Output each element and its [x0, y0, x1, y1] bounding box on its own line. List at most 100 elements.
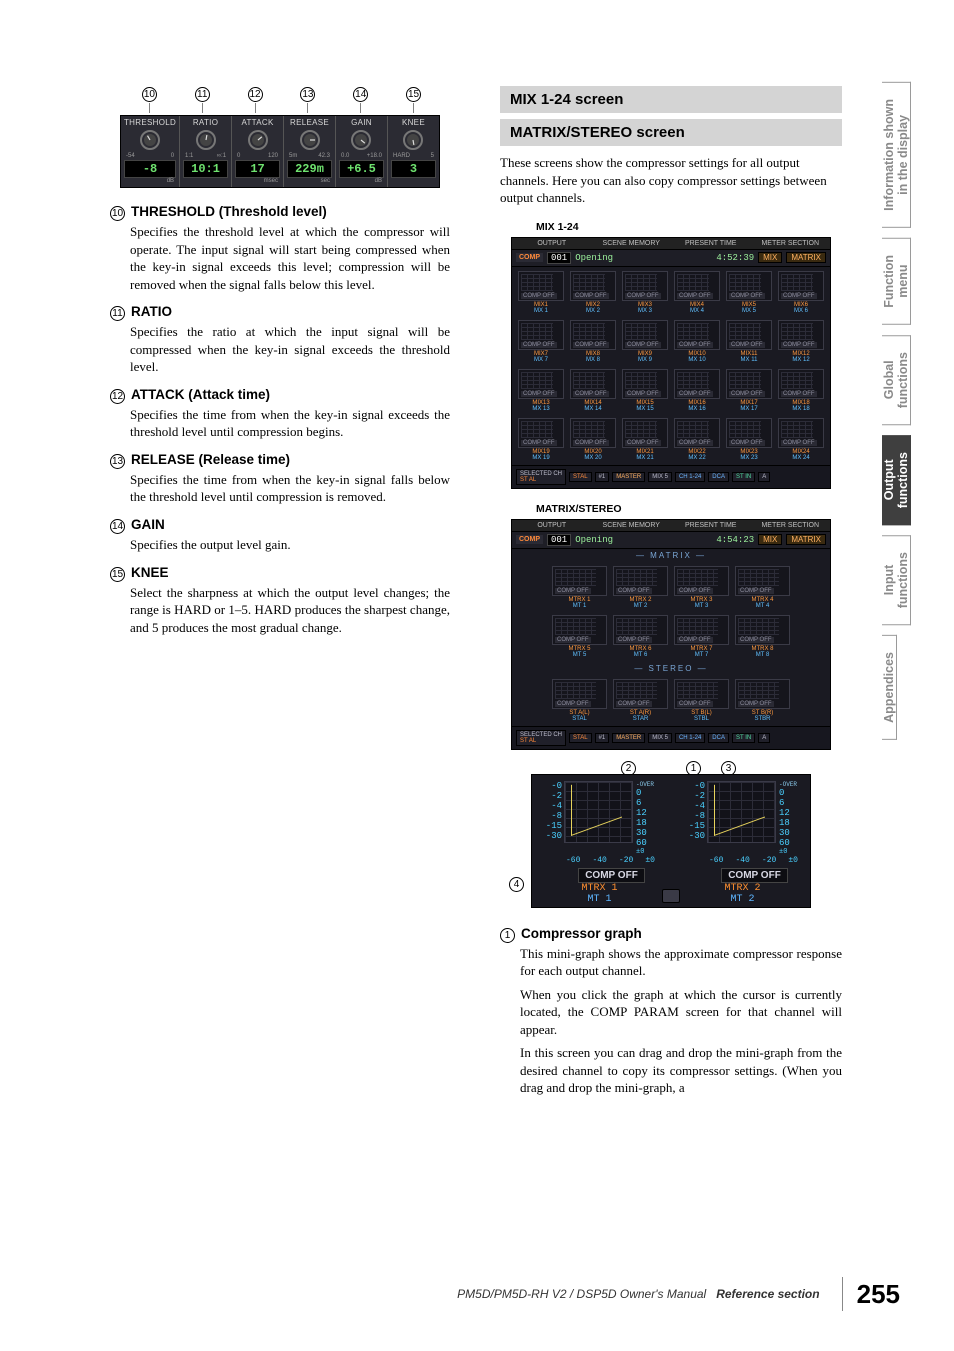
def-num-r1: 1: [500, 928, 515, 943]
mini-graph[interactable]: COMP OFF: [726, 418, 772, 448]
threshold-knob[interactable]: [139, 129, 161, 151]
threshold-label: THRESHOLD: [124, 118, 176, 127]
def-body-11: Specifies the ratio at which the input s…: [130, 323, 450, 376]
def-15: 15 KNEE Select the sharpness at which th…: [110, 565, 450, 637]
def-body-13: Specifies the time from when the key-in …: [130, 471, 450, 506]
mini-graph[interactable]: COMP OFF: [570, 271, 616, 301]
mini-graph[interactable]: COMP OFF: [622, 369, 668, 399]
def-num-11: 11: [110, 306, 125, 321]
knee-cell: KNEE HARD5 3: [388, 116, 439, 187]
mini-graph[interactable]: COMP OFF: [674, 320, 720, 350]
section-heading-mix: MIX 1-24 screen: [500, 86, 842, 113]
gain-value: +6.5: [339, 160, 384, 178]
mini-graph[interactable]: COMP OFF: [622, 320, 668, 350]
callout-13: 13: [300, 87, 315, 102]
mini-graph[interactable]: COMP OFF: [570, 320, 616, 350]
knee-value: 3: [391, 160, 436, 178]
mini-graph[interactable]: COMP OFF: [674, 566, 729, 596]
def-body-r1: When you click the graph at which the cu…: [520, 986, 842, 1039]
def-title-10: THRESHOLD (Threshold level): [131, 204, 327, 219]
mini-graph[interactable]: COMP OFF: [518, 320, 564, 350]
mini-graph[interactable]: COMP OFF: [552, 679, 607, 709]
mini-graph[interactable]: COMP OFF: [674, 615, 729, 645]
compressor-graph[interactable]: [564, 781, 633, 843]
mini-graph[interactable]: COMP OFF: [613, 615, 668, 645]
callout-11: 11: [195, 87, 210, 102]
threshold-cell: THRESHOLD -540 -8 dB: [121, 116, 180, 187]
callout-10: 10: [142, 87, 157, 102]
channel-name: MTRX 1: [542, 883, 657, 894]
gain-knob[interactable]: [350, 129, 372, 151]
mini-graph[interactable]: COMP OFF: [674, 271, 720, 301]
def-title-13: RELEASE (Release time): [131, 452, 290, 467]
mini-graph[interactable]: COMP OFF: [726, 369, 772, 399]
attack-label: ATTACK: [235, 118, 280, 127]
param-strip-figure: 101112131415 THRESHOLD -540 -8 dB RATIO …: [120, 86, 440, 188]
def-13: 13 RELEASE (Release time) Specifies the …: [110, 452, 450, 506]
nav-tab[interactable]: Inputfunctions: [882, 535, 911, 625]
def-num-10: 10: [110, 206, 125, 221]
attack-value: 17: [235, 160, 280, 178]
nav-tab[interactable]: Information shownin the display: [882, 82, 911, 228]
mini-graph[interactable]: COMP OFF: [735, 566, 790, 596]
mini-graph[interactable]: COMP OFF: [726, 271, 772, 301]
nav-tab[interactable]: Globalfunctions: [882, 335, 911, 425]
knee-knob[interactable]: [402, 129, 424, 151]
def-12: 12 ATTACK (Attack time) Specifies the ti…: [110, 387, 450, 441]
footer-product: PM5D/PM5D-RH V2 / DSP5D Owner's Manual: [457, 1287, 706, 1301]
mini-graph[interactable]: COMP OFF: [552, 615, 607, 645]
comp-off-button[interactable]: COMP OFF: [721, 868, 788, 883]
def-title-r1: Compressor graph: [521, 926, 642, 941]
mini-graph[interactable]: COMP OFF: [735, 615, 790, 645]
footer-section: Reference section: [716, 1287, 819, 1301]
def-11: 11 RATIO Specifies the ratio at which th…: [110, 304, 450, 376]
mini-graph[interactable]: COMP OFF: [622, 418, 668, 448]
def-num-13: 13: [110, 454, 125, 469]
channel-short: MT 2: [685, 894, 800, 905]
mini-graph[interactable]: COMP OFF: [674, 418, 720, 448]
knee-label: KNEE: [391, 118, 436, 127]
def-body-r1: This mini-graph shows the approximate co…: [520, 945, 842, 980]
release-knob[interactable]: [299, 129, 321, 151]
mini-graph[interactable]: COMP OFF: [613, 679, 668, 709]
def-body-14: Specifies the output level gain.: [130, 536, 450, 554]
channel-name: MTRX 2: [685, 883, 800, 894]
mini-graph[interactable]: COMP OFF: [726, 320, 772, 350]
callout-4: 4: [509, 877, 524, 892]
mini-graph[interactable]: COMP OFF: [518, 271, 564, 301]
nav-tab[interactable]: Functionmenu: [882, 238, 911, 325]
nav-tab[interactable]: Appendices: [882, 635, 897, 740]
def-body-15: Select the sharpness at which the output…: [130, 584, 450, 637]
link-button[interactable]: [662, 889, 680, 903]
nav-tab[interactable]: Outputfunctions: [882, 435, 911, 525]
mini-graph[interactable]: COMP OFF: [518, 418, 564, 448]
ratio-knob[interactable]: [195, 129, 217, 151]
mini-graph[interactable]: COMP OFF: [552, 566, 607, 596]
def-num-15: 15: [110, 567, 125, 582]
comp-off-button[interactable]: COMP OFF: [578, 868, 645, 883]
compressor-graph[interactable]: [707, 781, 776, 843]
def-r-1: 1 Compressor graph This mini-graph shows…: [500, 926, 842, 1097]
figure-label-matrix: MATRIX/STEREO: [536, 503, 842, 515]
callout-14: 14: [353, 87, 368, 102]
mini-graph[interactable]: COMP OFF: [570, 369, 616, 399]
mini-graph[interactable]: COMP OFF: [622, 271, 668, 301]
mini-graph[interactable]: COMP OFF: [674, 679, 729, 709]
mini-graph[interactable]: COMP OFF: [778, 369, 824, 399]
def-10: 10 THRESHOLD (Threshold level) Specifies…: [110, 204, 450, 293]
mini-graph[interactable]: COMP OFF: [518, 369, 564, 399]
ratio-label: RATIO: [183, 118, 228, 127]
mini-graph[interactable]: COMP OFF: [674, 369, 720, 399]
mini-graph[interactable]: COMP OFF: [778, 320, 824, 350]
callout-15: 15: [406, 87, 421, 102]
release-value: 229m: [287, 160, 332, 178]
attack-knob[interactable]: [247, 129, 269, 151]
mini-graph[interactable]: COMP OFF: [778, 271, 824, 301]
mini-graph[interactable]: COMP OFF: [735, 679, 790, 709]
mini-graph[interactable]: COMP OFF: [570, 418, 616, 448]
section-heading-matrix: MATRIX/STEREO screen: [500, 119, 842, 146]
mini-graph[interactable]: COMP OFF: [613, 566, 668, 596]
def-title-14: GAIN: [131, 517, 165, 532]
mini-graph[interactable]: COMP OFF: [778, 418, 824, 448]
def-14: 14 GAIN Specifies the output level gain.: [110, 517, 450, 554]
